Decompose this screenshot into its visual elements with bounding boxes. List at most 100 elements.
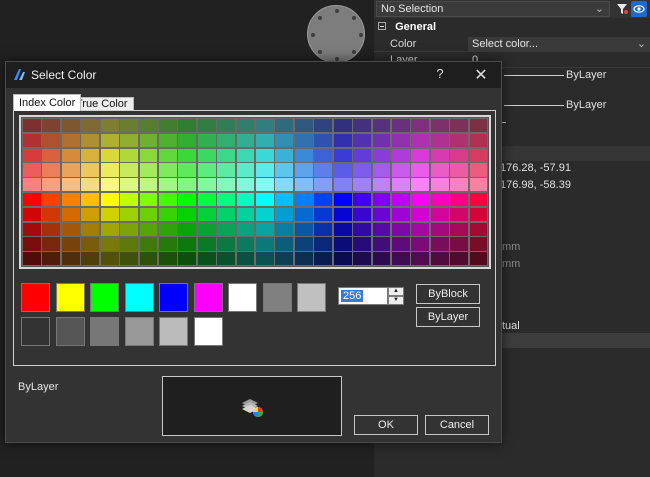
palette-cell[interactable]: [196, 192, 217, 208]
palette-cell[interactable]: [390, 221, 411, 237]
palette-cell[interactable]: [429, 221, 450, 237]
cancel-button[interactable]: Cancel: [425, 415, 489, 435]
palette-cell[interactable]: [274, 221, 295, 237]
palette-cell[interactable]: [80, 206, 101, 223]
palette-cell[interactable]: [468, 162, 489, 178]
palette-cell[interactable]: [196, 177, 217, 193]
palette-cell[interactable]: [410, 177, 431, 193]
palette-cell[interactable]: [390, 177, 411, 193]
palette-cell[interactable]: [60, 132, 81, 149]
palette-cell[interactable]: [255, 251, 275, 267]
palette-cell[interactable]: [177, 206, 198, 223]
palette-cell[interactable]: [157, 147, 178, 163]
palette-cell[interactable]: [332, 162, 353, 178]
palette-cell[interactable]: [371, 236, 392, 252]
palette-cell[interactable]: [138, 177, 159, 193]
palette-cell[interactable]: [99, 236, 120, 252]
palette-cell[interactable]: [138, 118, 159, 134]
palette-cell[interactable]: [80, 162, 101, 178]
palette-cell[interactable]: [332, 251, 353, 267]
palette-cell[interactable]: [196, 118, 217, 134]
palette-cell[interactable]: [177, 162, 198, 178]
palette-cell[interactable]: [410, 236, 431, 252]
palette-cell[interactable]: [352, 177, 372, 193]
palette-cell[interactable]: [80, 251, 101, 267]
palette-cell[interactable]: [429, 192, 450, 208]
palette-cell[interactable]: [235, 118, 256, 134]
palette-cell[interactable]: [293, 162, 314, 178]
filter-icon[interactable]: [614, 1, 630, 17]
palette-cell[interactable]: [138, 162, 159, 178]
palette-cell[interactable]: [352, 192, 372, 208]
palette-cell[interactable]: [22, 206, 42, 223]
palette-cell[interactable]: [313, 236, 334, 252]
palette-cell[interactable]: [157, 118, 178, 134]
palette-cell[interactable]: [352, 251, 372, 267]
palette-cell[interactable]: [449, 118, 470, 134]
palette-cell[interactable]: [99, 147, 120, 163]
gray-color-swatch[interactable]: [124, 317, 154, 346]
palette-cell[interactable]: [332, 132, 353, 149]
palette-cell[interactable]: [468, 132, 489, 149]
standard-color-swatch[interactable]: [228, 283, 257, 312]
palette-cell[interactable]: [41, 177, 62, 193]
palette-cell[interactable]: [410, 118, 431, 134]
palette-cell[interactable]: [274, 118, 295, 134]
palette-cell[interactable]: [235, 251, 256, 267]
palette-cell[interactable]: [449, 132, 470, 149]
palette-cell[interactable]: [80, 177, 101, 193]
palette-cell[interactable]: [255, 132, 275, 149]
palette-cell[interactable]: [60, 177, 81, 193]
palette-cell[interactable]: [60, 147, 81, 163]
palette-cell[interactable]: [255, 162, 275, 178]
palette-cell[interactable]: [468, 206, 489, 223]
palette-cell[interactable]: [390, 192, 411, 208]
palette-cell[interactable]: [99, 221, 120, 237]
palette-cell[interactable]: [80, 132, 101, 149]
palette-cell[interactable]: [22, 236, 42, 252]
palette-cell[interactable]: [196, 251, 217, 267]
palette-cell[interactable]: [429, 236, 450, 252]
palette-cell[interactable]: [157, 192, 178, 208]
palette-cell[interactable]: [274, 251, 295, 267]
palette-cell[interactable]: [177, 177, 198, 193]
palette-cell[interactable]: [216, 192, 237, 208]
palette-cell[interactable]: [22, 118, 42, 134]
palette-cell[interactable]: [235, 147, 256, 163]
palette-cell[interactable]: [429, 147, 450, 163]
palette-cell[interactable]: [468, 118, 489, 134]
palette-cell[interactable]: [352, 236, 372, 252]
palette-cell[interactable]: [449, 206, 470, 223]
palette-cell[interactable]: [429, 132, 450, 149]
palette-cell[interactable]: [157, 251, 178, 267]
palette-cell[interactable]: [196, 132, 217, 149]
palette-cell[interactable]: [468, 147, 489, 163]
palette-cell[interactable]: [138, 236, 159, 252]
palette-cell[interactable]: [293, 118, 314, 134]
palette-cell[interactable]: [255, 236, 275, 252]
palette-cell[interactable]: [449, 162, 470, 178]
collapse-icon[interactable]: [378, 22, 386, 30]
palette-cell[interactable]: [410, 221, 431, 237]
palette-cell[interactable]: [80, 118, 101, 134]
palette-cell[interactable]: [119, 118, 139, 134]
palette-cell[interactable]: [216, 177, 237, 193]
dialog-titlebar[interactable]: Select Color ? ✕: [6, 62, 501, 88]
bylayer-button[interactable]: ByLayer: [416, 307, 480, 327]
palette-cell[interactable]: [60, 206, 81, 223]
palette-cell[interactable]: [157, 236, 178, 252]
palette-cell[interactable]: [177, 221, 198, 237]
palette-cell[interactable]: [119, 206, 139, 223]
partial-value[interactable]: tual: [502, 320, 520, 332]
palette-cell[interactable]: [216, 206, 237, 223]
palette-cell[interactable]: [410, 147, 431, 163]
palette-cell[interactable]: [216, 132, 237, 149]
palette-cell[interactable]: [177, 192, 198, 208]
palette-cell[interactable]: [99, 206, 120, 223]
palette-cell[interactable]: [22, 221, 42, 237]
palette-cell[interactable]: [410, 192, 431, 208]
palette-cell[interactable]: [274, 147, 295, 163]
palette-cell[interactable]: [274, 177, 295, 193]
palette-cell[interactable]: [371, 206, 392, 223]
palette-cell[interactable]: [390, 147, 411, 163]
